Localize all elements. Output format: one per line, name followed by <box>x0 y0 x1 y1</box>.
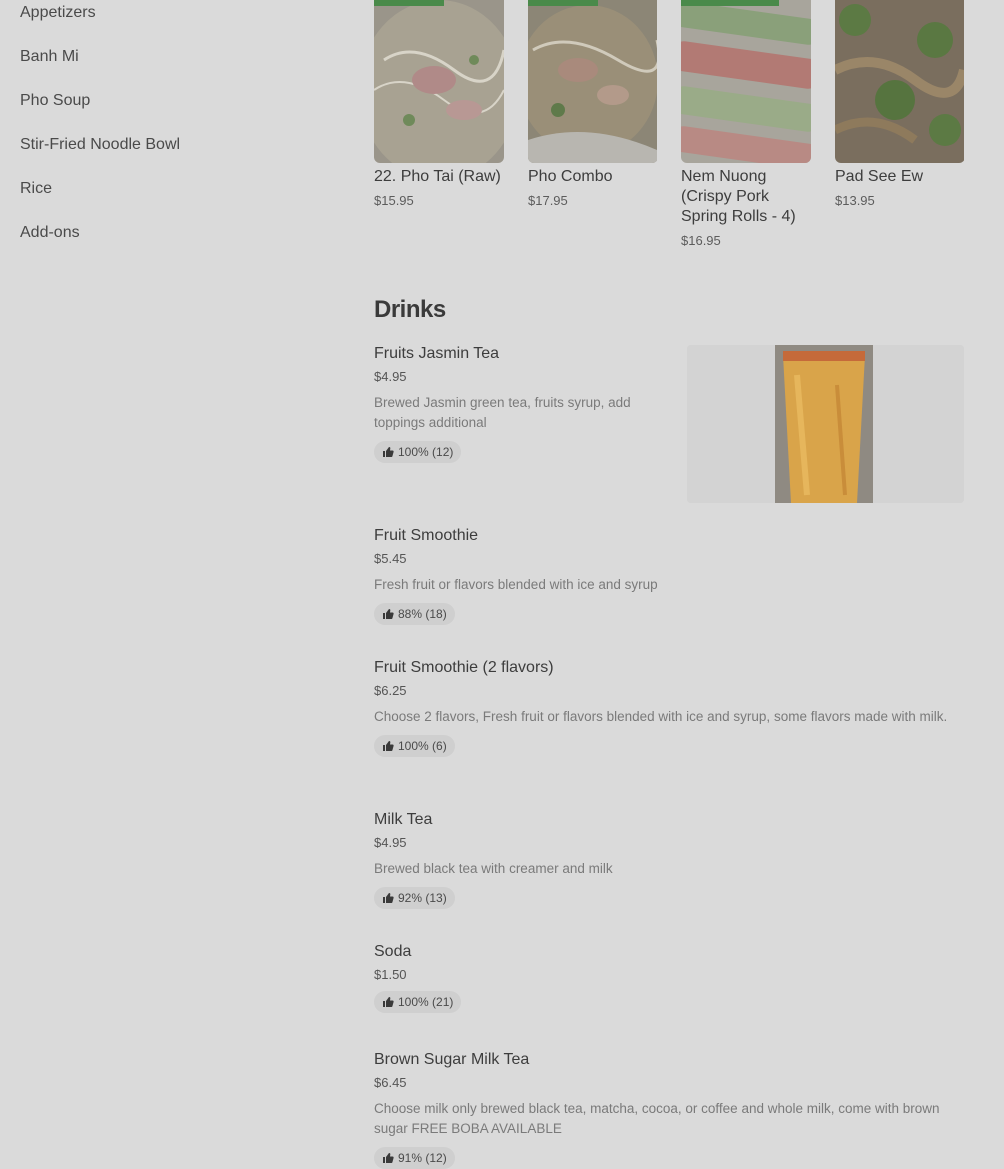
featured-item-title: Pho Combo <box>528 168 613 185</box>
menu-item-description: Brewed Jasmin green tea, fruits syrup, a… <box>374 395 631 430</box>
menu-item-name: Soda <box>374 943 412 960</box>
rating-badge: 100% (21) <box>374 991 462 1013</box>
sidebar-item-add-ons[interactable]: Add-ons <box>20 224 80 242</box>
menu-item-price: $6.45 <box>374 1075 407 1090</box>
thumbs-up-icon <box>383 741 394 751</box>
menu-item-price: $6.25 <box>374 683 407 698</box>
featured-item-title: 22. Pho Tai (Raw) <box>374 168 501 185</box>
featured-item-card[interactable]: 22. Pho Tai (Raw) $15.95 <box>374 0 504 208</box>
sidebar-item-rice[interactable]: Rice <box>20 180 52 198</box>
rating-text: 92% (13) <box>398 891 447 905</box>
rating-badge: 100% (12) <box>374 441 462 463</box>
featured-item-title: Pad See Ew <box>835 168 924 185</box>
menu-item[interactable]: Fruit Smoothie $5.45 Fresh fruit or flav… <box>374 526 964 625</box>
featured-item-price: $13.95 <box>835 193 875 208</box>
featured-item-price: $16.95 <box>681 233 721 248</box>
menu-item-description: Fresh fruit or flavors blended with ice … <box>374 577 658 592</box>
menu-item-name: Brown Sugar Milk Tea <box>374 1051 530 1068</box>
featured-item-price: $17.95 <box>528 193 568 208</box>
sidebar-item-pho-soup[interactable]: Pho Soup <box>20 92 90 110</box>
thumbs-up-icon <box>383 609 394 619</box>
menu-item-name: Fruit Smoothie <box>374 527 479 544</box>
pho-combo-photo <box>528 0 658 163</box>
menu-item-price: $5.45 <box>374 551 407 566</box>
sidebar-item-stir-fried-noodle-bowl[interactable]: Stir-Fried Noodle Bowl <box>20 136 180 154</box>
featured-item-card[interactable]: Pho Combo $17.95 <box>528 0 658 208</box>
rating-text: 91% (12) <box>398 1151 447 1165</box>
rating-badge: 92% (13) <box>374 887 455 909</box>
menu-item[interactable]: Fruit Smoothie (2 flavors) $6.25 Choose … <box>374 658 964 757</box>
rating-badge: 100% (6) <box>374 735 455 757</box>
thumbs-up-icon <box>383 1153 394 1163</box>
pho-tai-photo <box>374 0 504 163</box>
menu-item[interactable]: Brown Sugar Milk Tea $6.45 Choose milk o… <box>374 1050 964 1169</box>
rating-text: 100% (6) <box>398 739 447 753</box>
menu-item[interactable]: Soda $1.50 100% (21) <box>374 942 964 1013</box>
menu-item-description: Choose 2 flavors, Fresh fruit or flavors… <box>374 709 948 724</box>
thumbs-up-icon <box>383 447 394 457</box>
rating-text: 100% (12) <box>398 445 454 459</box>
featured-item-card[interactable]: Nem Nuong (Crispy Pork Spring Rolls - 4)… <box>681 0 811 248</box>
featured-item-title: Nem Nuong (Crispy Pork Spring Rolls - 4) <box>681 168 796 225</box>
section-title-drinks: Drinks <box>374 296 446 323</box>
rating-text: 88% (18) <box>398 607 447 621</box>
thumbs-up-icon <box>383 997 394 1007</box>
menu-item-price: $1.50 <box>374 967 407 982</box>
rating-badge: 91% (12) <box>374 1147 455 1169</box>
menu-item-name: Milk Tea <box>374 811 433 828</box>
menu-item-name: Fruit Smoothie (2 flavors) <box>374 659 554 676</box>
menu-item-description: Choose milk only brewed black tea, match… <box>374 1101 940 1136</box>
menu-item-description: Brewed black tea with creamer and milk <box>374 861 613 876</box>
sidebar-item-banh-mi[interactable]: Banh Mi <box>20 48 79 66</box>
menu-item-name: Fruits Jasmin Tea <box>374 345 500 362</box>
pad-see-ew-photo <box>835 0 965 163</box>
menu-item[interactable]: Milk Tea $4.95 Brewed black tea with cre… <box>374 810 964 909</box>
nem-nuong-photo <box>681 0 811 163</box>
fruits-jasmin-tea-photo <box>687 345 964 503</box>
menu-item-price: $4.95 <box>374 369 407 384</box>
featured-item-price: $15.95 <box>374 193 414 208</box>
thumbs-up-icon <box>383 893 394 903</box>
featured-item-card[interactable]: Pad See Ew $13.95 <box>835 0 965 208</box>
sidebar-item-appetizers[interactable]: Appetizers <box>20 4 96 22</box>
rating-text: 100% (21) <box>398 995 454 1009</box>
menu-item-price: $4.95 <box>374 835 407 850</box>
rating-badge: 88% (18) <box>374 603 455 625</box>
menu-item[interactable]: Fruits Jasmin Tea $4.95 Brewed Jasmin gr… <box>374 344 674 463</box>
